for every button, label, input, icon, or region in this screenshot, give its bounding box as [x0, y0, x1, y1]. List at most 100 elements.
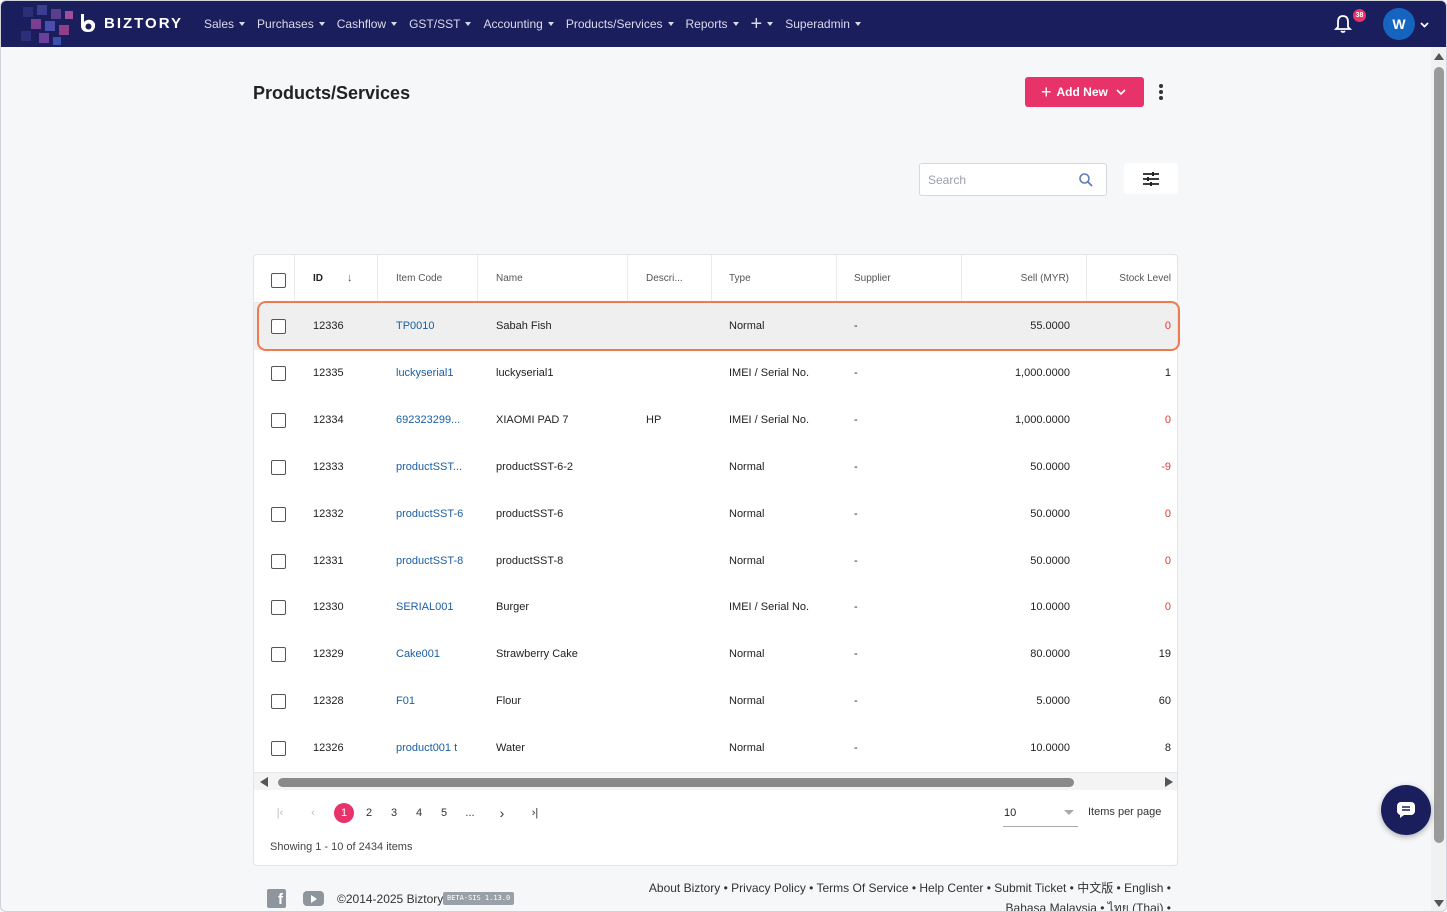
cell-type: Normal [729, 554, 765, 567]
select-all-checkbox[interactable] [271, 273, 286, 288]
footer-link-thai[interactable]: ไทย (Thai) [1108, 901, 1164, 911]
cell-item-code[interactable]: SERIAL001 [378, 584, 478, 631]
add-new-button[interactable]: + Add New [1025, 77, 1144, 107]
table-row[interactable]: 12333 productSST... productSST-6-2 Normal - 5… [254, 444, 1177, 491]
more-options-icon[interactable] [1153, 84, 1169, 102]
vertical-scrollbar[interactable] [1431, 47, 1446, 911]
row-checkbox[interactable] [271, 319, 286, 334]
cell-item-code[interactable]: TP0010 [378, 303, 478, 350]
table-row[interactable]: 12330 SERIAL001 Burger IMEI / Serial No. - 10… [254, 584, 1177, 631]
cell-item-code[interactable]: 692323299... [378, 397, 478, 444]
nav-gst-sst[interactable]: GST/SST [409, 17, 472, 31]
row-checkbox[interactable] [271, 506, 286, 522]
table-row[interactable]: 12326 product001 t Water Normal - 10.0000 8 [254, 725, 1177, 772]
table-row[interactable]: 12332 productSST-6 productSST-6 Normal - 50.0… [254, 491, 1177, 538]
search-input[interactable] [928, 164, 1078, 195]
cell-type: Normal [729, 507, 765, 520]
row-checkbox[interactable] [271, 647, 286, 663]
nav-sales[interactable]: Sales [204, 17, 246, 31]
row-checkbox[interactable] [271, 553, 286, 569]
footer-link-english[interactable]: English [1124, 881, 1163, 895]
items-per-page-value: 10 [1004, 807, 1017, 819]
row-checkbox[interactable] [271, 365, 286, 381]
page-2[interactable]: 2 [359, 803, 379, 823]
row-checkbox[interactable] [271, 741, 286, 757]
facebook-icon[interactable]: f [267, 889, 286, 908]
table-row[interactable]: 12336 TP0010 Sabah Fish Normal - 55.0000 0 [254, 303, 1177, 350]
row-checkbox[interactable] [271, 600, 286, 616]
chevron-down-icon[interactable] [1420, 20, 1429, 29]
prev-page-icon[interactable]: ‹ [303, 803, 323, 823]
row-checkbox[interactable] [271, 459, 286, 475]
nav-accounting[interactable]: Accounting [483, 17, 554, 31]
column-header-sell[interactable]: Sell (MYR) [962, 255, 1087, 302]
row-checkbox[interactable] [271, 412, 286, 428]
filter-settings-button[interactable] [1124, 163, 1178, 194]
cell-sell: 1,000.0000 [1014, 366, 1070, 379]
bell-icon[interactable] [1334, 14, 1352, 34]
caret-down-icon [732, 22, 739, 26]
table-row[interactable]: 12329 Cake001 Strawberry Cake Normal - 80.000… [254, 631, 1177, 678]
biztory-logo[interactable]: BIZTORY [77, 12, 183, 34]
cell-item-code[interactable]: productSST... [378, 444, 478, 491]
table-row[interactable]: 12334 692323299... XIAOMI PAD 7 HP IMEI / Se… [254, 397, 1177, 444]
footer-link-chinese[interactable]: 中文版 [1077, 881, 1113, 895]
scroll-left-arrow-icon[interactable] [260, 777, 268, 787]
scroll-right-arrow-icon[interactable] [1165, 777, 1173, 787]
column-header-supplier[interactable]: Supplier [837, 255, 962, 302]
user-avatar[interactable]: W [1383, 8, 1415, 40]
nav-purchases[interactable]: Purchases [257, 17, 325, 31]
search-icon[interactable] [1078, 172, 1094, 188]
nav-cashflow[interactable]: Cashflow [337, 17, 398, 31]
nav-reports[interactable]: Reports [686, 17, 739, 31]
cell-item-code[interactable]: productSST-6 [378, 491, 478, 538]
column-header-name[interactable]: Name [478, 255, 628, 302]
column-header-stock-level[interactable]: Stock Level [1087, 255, 1177, 302]
nav-quick-add[interactable]: + [751, 14, 774, 34]
horizontal-scrollbar[interactable] [254, 772, 1177, 790]
cell-stock-level: 0 [1164, 507, 1171, 520]
page-5[interactable]: 5 [434, 803, 454, 823]
table-row[interactable]: 12331 productSST-8 productSST-8 Normal - 50.0… [254, 538, 1177, 585]
column-header-description[interactable]: Descri... [628, 255, 712, 302]
footer-link-malay[interactable]: Bahasa Malaysia [1006, 901, 1097, 911]
nav-products-services[interactable]: Products/Services [566, 17, 674, 31]
last-page-icon[interactable]: ›| [525, 803, 545, 823]
page-3[interactable]: 3 [384, 803, 404, 823]
nav-superadmin[interactable]: Superadmin [785, 17, 861, 31]
horizontal-scroll-thumb[interactable] [278, 778, 1074, 787]
cell-sell: 55.0000 [1030, 320, 1070, 332]
scroll-down-arrow-icon[interactable] [1434, 900, 1444, 907]
cell-item-code[interactable]: luckyserial1 [378, 350, 478, 397]
nav-purchases-label: Purchases [257, 17, 314, 31]
cell-sell: 10.0000 [1030, 601, 1070, 614]
footer-link-privacy[interactable]: Privacy Policy [731, 881, 806, 895]
footer-link-about[interactable]: About Biztory [649, 881, 720, 895]
column-header-item-code[interactable]: Item Code [378, 255, 478, 302]
first-page-icon[interactable]: |‹ [270, 803, 290, 823]
table-row[interactable]: 12335 luckyserial1 luckyserial1 IMEI / Seri… [254, 350, 1177, 397]
column-header-type[interactable]: Type [712, 255, 837, 302]
page-1[interactable]: 1 [334, 803, 354, 823]
youtube-icon[interactable] [303, 891, 324, 906]
table-row[interactable]: 12328 F01 Flour Normal - 5.0000 60 [254, 678, 1177, 725]
vertical-scroll-thumb[interactable] [1434, 67, 1444, 843]
page-4[interactable]: 4 [409, 803, 429, 823]
column-header-id[interactable]: ID ↓ [295, 255, 378, 302]
footer-link-ticket[interactable]: Submit Ticket [994, 881, 1066, 895]
biztory-logo-icon [81, 14, 96, 32]
footer-link-help[interactable]: Help Center [919, 881, 983, 895]
scroll-up-arrow-icon[interactable] [1434, 53, 1444, 60]
footer-link-terms[interactable]: Terms Of Service [817, 881, 909, 895]
cell-item-code[interactable]: productSST-8 [378, 538, 478, 585]
page-ellipsis[interactable]: ... [460, 803, 480, 823]
items-per-page-select[interactable]: 10 [1003, 803, 1078, 827]
cell-item-code[interactable]: Cake001 [378, 631, 478, 678]
nav-sales-label: Sales [204, 17, 235, 31]
sort-arrow-down-icon[interactable]: ↓ [347, 255, 353, 302]
chat-button[interactable] [1381, 785, 1431, 835]
next-page-icon[interactable]: › [492, 803, 512, 823]
cell-item-code[interactable]: product001 t [378, 725, 478, 772]
cell-item-code[interactable]: F01 [378, 678, 478, 725]
row-checkbox[interactable] [271, 694, 286, 710]
